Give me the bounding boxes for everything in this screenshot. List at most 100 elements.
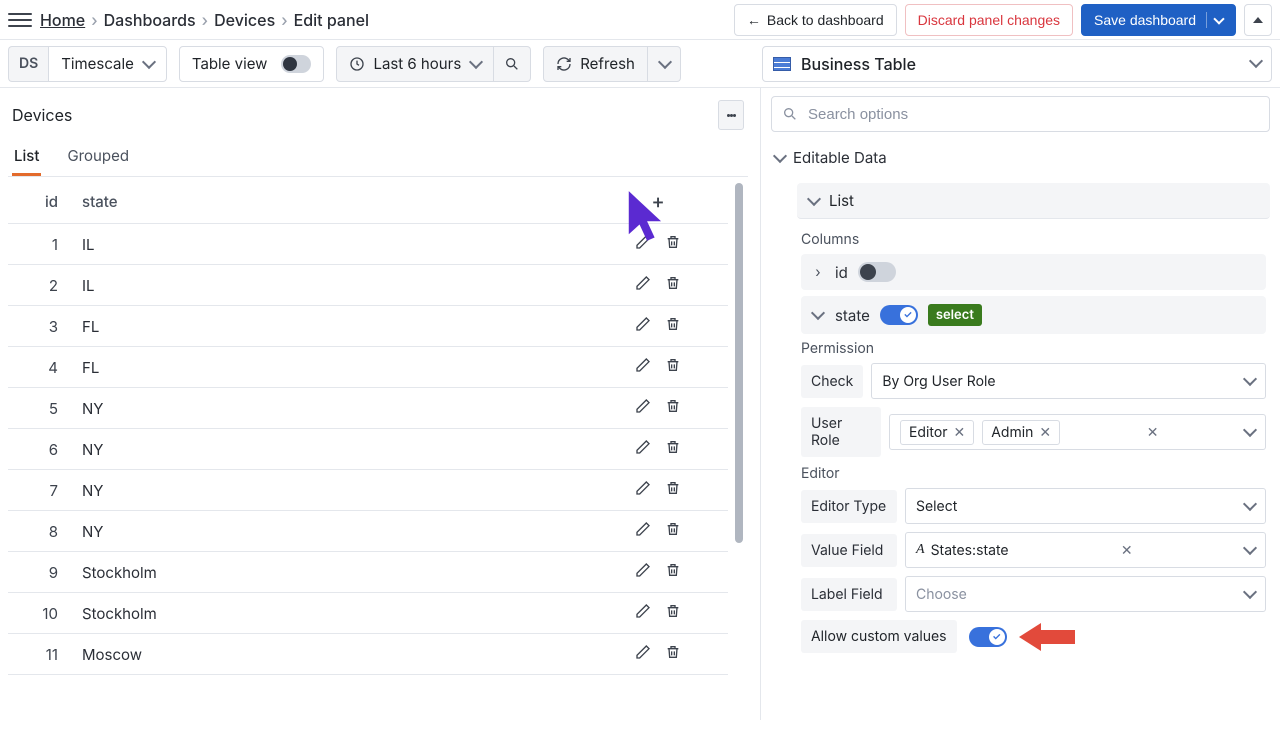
save-dashboard-button[interactable]: Save dashboard <box>1081 4 1236 36</box>
delete-row-button[interactable] <box>665 562 681 578</box>
edit-row-button[interactable] <box>635 398 651 414</box>
edit-row-button[interactable] <box>635 521 651 537</box>
table-view-toggle[interactable]: Table view <box>179 46 325 82</box>
allow-custom-values-toggle[interactable] <box>969 627 1007 647</box>
edit-row-button[interactable] <box>635 480 651 496</box>
breadcrumb-dashboards[interactable]: Dashboards <box>104 10 196 30</box>
edit-row-button[interactable] <box>635 316 651 332</box>
value-field-select[interactable]: A States:state ✕ <box>905 532 1266 568</box>
permission-label: Permission <box>801 340 1266 357</box>
table-row: 3FL <box>8 306 728 347</box>
cell-id: 2 <box>8 265 70 306</box>
delete-row-button[interactable] <box>665 644 681 660</box>
value-field-value: States:state <box>931 542 1009 559</box>
column-id-toggle[interactable] <box>858 262 896 282</box>
edit-row-button[interactable] <box>635 275 651 291</box>
table-row: 10Stockholm <box>8 593 728 634</box>
cell-state: Stockholm <box>70 593 588 634</box>
table-view-label: Table view <box>192 54 268 73</box>
state-select-badge: select <box>928 304 982 326</box>
remove-role-editor[interactable]: ✕ <box>954 424 966 441</box>
refresh-interval-button[interactable] <box>648 46 681 82</box>
scrollbar[interactable] <box>732 181 746 601</box>
label-field-select[interactable]: Choose <box>905 576 1266 612</box>
delete-row-button[interactable] <box>665 234 681 250</box>
cell-id: 7 <box>8 470 70 511</box>
section-editable-data[interactable]: Editable Data <box>771 140 1270 175</box>
delete-row-button[interactable] <box>665 275 681 291</box>
back-to-dashboard-button[interactable]: ← Back to dashboard <box>734 4 897 36</box>
cell-id: 8 <box>8 511 70 552</box>
delete-row-button[interactable] <box>665 480 681 496</box>
table-row: 9Stockholm <box>8 552 728 593</box>
edit-row-button[interactable] <box>635 644 651 660</box>
search-options-input[interactable] <box>806 105 1259 124</box>
cell-id: 5 <box>8 388 70 429</box>
breadcrumb-home[interactable]: Home <box>40 10 85 30</box>
delete-row-button[interactable] <box>665 357 681 373</box>
refresh-button[interactable]: Refresh <box>543 46 648 82</box>
chevron-down-icon <box>775 148 785 167</box>
breadcrumb-devices[interactable]: Devices <box>214 10 275 30</box>
role-chip-admin[interactable]: Admin✕ <box>982 420 1060 445</box>
arrow-left-icon: ← <box>747 12 761 28</box>
edit-row-button[interactable] <box>635 439 651 455</box>
visualization-picker[interactable]: Business Table <box>762 46 1272 82</box>
clear-value-field[interactable]: ✕ <box>1121 542 1133 559</box>
delete-row-button[interactable] <box>665 521 681 537</box>
allow-custom-label: Allow custom values <box>801 620 957 653</box>
edit-row-button[interactable] <box>635 603 651 619</box>
user-role-select[interactable]: Editor✕ Admin✕ ✕ <box>889 414 1266 450</box>
layout-list-label: List <box>829 191 854 210</box>
search-options[interactable] <box>771 96 1270 132</box>
remove-role-admin[interactable]: ✕ <box>1039 424 1051 441</box>
col-header-state[interactable]: state <box>70 179 588 224</box>
italic-a-icon: A <box>916 542 925 558</box>
section-label: Editable Data <box>793 148 887 167</box>
ds-label: DS <box>8 46 48 82</box>
edit-row-button[interactable] <box>635 234 651 250</box>
col-header-id[interactable]: id <box>8 179 70 224</box>
check-select[interactable]: By Org User Role <box>871 363 1266 399</box>
chevron-down-icon[interactable] <box>1206 12 1223 28</box>
user-role-label: User Role <box>801 407 881 457</box>
cell-actions <box>588 224 728 265</box>
permission-check-row: Check By Org User Role <box>801 363 1266 399</box>
breadcrumb: Home › Dashboards › Devices › Edit panel <box>40 10 369 30</box>
chevron-down-icon <box>1245 542 1255 559</box>
menu-icon[interactable] <box>8 8 32 32</box>
delete-row-button[interactable] <box>665 398 681 414</box>
cell-id: 10 <box>8 593 70 634</box>
cell-actions <box>588 634 728 675</box>
clock-icon <box>349 56 365 72</box>
add-row-button[interactable]: + <box>651 189 664 213</box>
edit-row-button[interactable] <box>635 562 651 578</box>
edit-row-button[interactable] <box>635 357 651 373</box>
collapse-panel-button[interactable] <box>1244 4 1272 36</box>
clear-roles-button[interactable]: ✕ <box>1147 424 1159 441</box>
cell-actions <box>588 593 728 634</box>
discard-changes-button[interactable]: Discard panel changes <box>905 4 1073 36</box>
tab-list[interactable]: List <box>12 138 41 176</box>
check-label: Check <box>801 365 863 398</box>
label-field-label: Label Field <box>801 578 897 611</box>
collapse-state-button[interactable] <box>811 307 825 324</box>
zoom-out-button[interactable] <box>494 46 531 82</box>
column-name-state: state <box>835 306 870 325</box>
ds-value[interactable]: Timescale <box>48 46 167 82</box>
datasource-picker[interactable]: DS Timescale <box>8 46 167 82</box>
layout-list-header[interactable]: List <box>797 183 1270 219</box>
delete-row-button[interactable] <box>665 316 681 332</box>
expand-id-button[interactable]: › <box>811 264 825 281</box>
editor-type-select[interactable]: Select <box>905 488 1266 524</box>
tab-grouped[interactable]: Grouped <box>65 138 131 176</box>
role-chip-editor[interactable]: Editor✕ <box>900 420 974 445</box>
cell-state: IL <box>70 265 588 306</box>
column-state-toggle[interactable] <box>880 305 918 325</box>
scroll-thumb[interactable] <box>735 183 743 543</box>
panel-menu-button[interactable] <box>718 100 744 130</box>
toggle-off-icon <box>281 55 311 73</box>
time-range-picker[interactable]: Last 6 hours <box>336 46 531 82</box>
delete-row-button[interactable] <box>665 439 681 455</box>
delete-row-button[interactable] <box>665 603 681 619</box>
